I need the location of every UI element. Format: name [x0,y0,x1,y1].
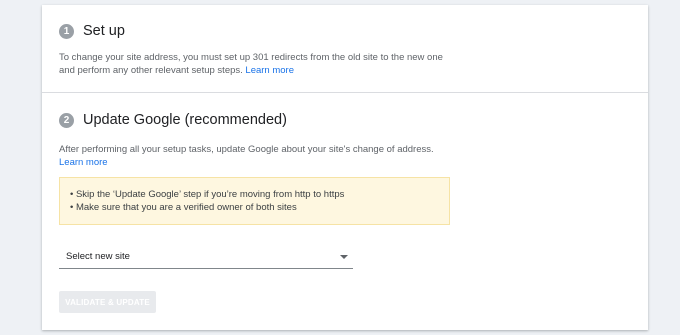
new-site-select-value: Select new site [66,251,130,262]
update-google-description-text: After performing all your setup tasks, u… [59,144,434,155]
update-google-section: 2 Update Google (recommended) After perf… [42,93,648,330]
update-google-step-header: 2 Update Google (recommended) [59,112,287,128]
change-of-address-card: 1 Set up To change your site address, yo… [42,5,648,330]
validate-update-button[interactable]: VALIDATE & UPDATE [59,291,156,313]
setup-section: 1 Set up To change your site address, yo… [42,5,648,93]
notice-item: • Skip the ‘Update Google’ step if you’r… [70,189,345,200]
update-google-step-description: After performing all your setup tasks, u… [59,143,459,169]
setup-learn-more-link[interactable]: Learn more [245,65,294,76]
step-number-badge: 2 [59,112,74,128]
setup-step-title: Set up [83,23,125,39]
setup-step-description: To change your site address, you must se… [59,51,459,77]
setup-step-header: 1 Set up [59,23,125,39]
update-google-step-title: Update Google (recommended) [83,112,287,128]
caret-down-icon [340,255,348,259]
tips-notice: • Skip the ‘Update Google’ step if you’r… [59,177,450,225]
step-number-badge: 1 [59,23,74,39]
update-google-learn-more-link[interactable]: Learn more [59,157,108,168]
notice-item: • Make sure that you are a verified owne… [70,202,297,213]
new-site-select[interactable]: Select new site [59,243,353,269]
